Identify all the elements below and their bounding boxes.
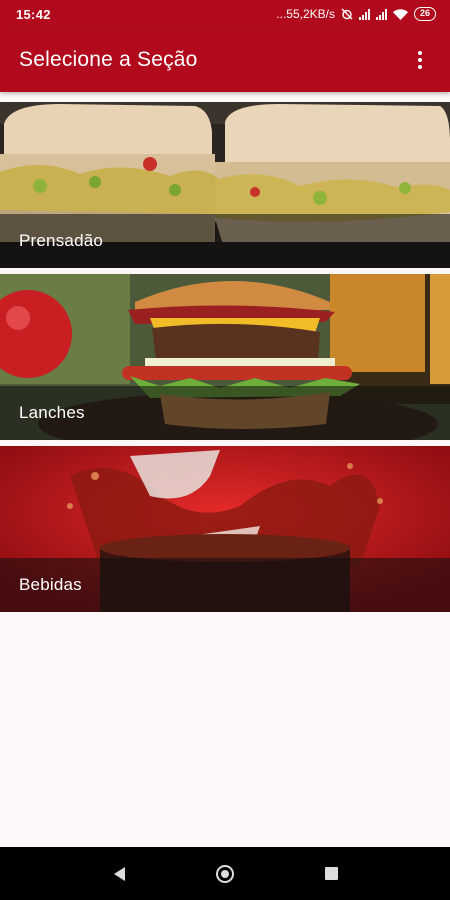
system-nav-bar bbox=[0, 847, 450, 900]
signal-icon bbox=[358, 8, 370, 20]
section-card-prensadao[interactable]: Prensadão bbox=[0, 102, 450, 268]
battery-icon: 26 bbox=[413, 7, 436, 21]
section-label-band: Bebidas bbox=[0, 558, 450, 612]
status-bar: 15:42 ...55,2KB/s 26 bbox=[0, 0, 450, 28]
section-label: Prensadão bbox=[19, 231, 104, 250]
recents-icon[interactable] bbox=[316, 859, 346, 889]
home-icon[interactable] bbox=[210, 859, 240, 889]
section-card-bebidas[interactable]: Bebidas bbox=[0, 446, 450, 612]
wifi-icon bbox=[392, 8, 408, 20]
battery-level: 26 bbox=[419, 8, 430, 18]
section-card-lanches[interactable]: Lanches bbox=[0, 274, 450, 440]
page-title: Selecione a Seção bbox=[19, 48, 198, 71]
back-icon[interactable] bbox=[104, 859, 134, 889]
alarm-off-icon bbox=[341, 8, 353, 20]
section-label-band: Lanches bbox=[0, 386, 450, 440]
app-bar: Selecione a Seção bbox=[0, 28, 450, 92]
signal-icon bbox=[375, 8, 387, 20]
section-label-band: Prensadão bbox=[0, 214, 450, 268]
status-icons: ...55,2KB/s 26 bbox=[276, 7, 436, 21]
section-label: Lanches bbox=[19, 403, 85, 422]
section-list: Prensadão Lanches Bebidas bbox=[0, 102, 450, 618]
network-speed: ...55,2KB/s bbox=[276, 7, 335, 21]
status-time: 15:42 bbox=[16, 6, 51, 22]
section-label: Bebidas bbox=[19, 575, 82, 594]
more-vert-icon[interactable] bbox=[408, 44, 432, 76]
